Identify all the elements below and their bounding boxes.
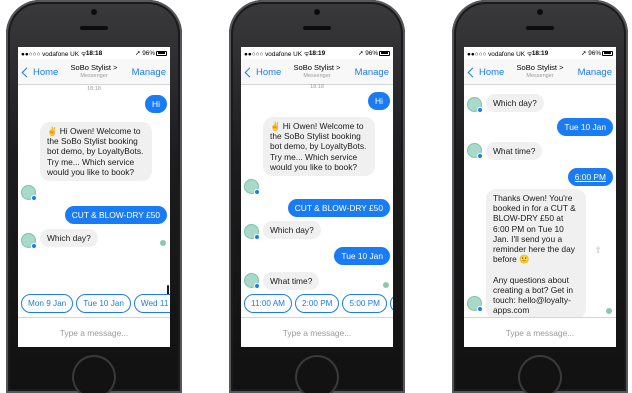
- message-bubble-bot: ✌️ Hi Owen! Welcome to the SoBo Stylist …: [40, 122, 152, 182]
- battery-label: ➚ 96%: [135, 50, 155, 57]
- page-title: SoBo Stylist >: [516, 63, 564, 72]
- nav-bar: Home SoBo Stylist > Messenger Manage: [241, 59, 393, 85]
- messenger-badge-icon: [254, 234, 260, 240]
- message-bubble-bot: Which day?: [263, 221, 321, 240]
- message-bubble-user: Hi: [368, 92, 390, 111]
- message-bubble-user: CUT & BLOW-DRY £50: [64, 206, 167, 225]
- messenger-badge-icon: [477, 306, 483, 312]
- read-receipt-icon: [383, 282, 389, 288]
- message-bubble-bot: Thanks Owen! You're booked in for a CUT …: [486, 189, 586, 320]
- quick-reply-button[interactable]: 5:00 PM: [342, 293, 387, 313]
- phone-frame-1: ●●○○○ vodafone UK ᯤ 18:18 ➚ 96% Home SoB…: [6, 0, 182, 393]
- message-input[interactable]: Type a message...: [464, 317, 616, 347]
- quick-reply-button[interactable]: Mon 9 Jan: [21, 293, 74, 313]
- battery-label: ➚ 96%: [358, 50, 378, 57]
- bot-avatar: [244, 179, 260, 195]
- status-bar: ●●○○○ vodafone UK ᯤ 18:19 ➚ 96%: [241, 47, 393, 59]
- home-button[interactable]: [518, 355, 562, 393]
- manage-button[interactable]: Manage: [578, 67, 612, 78]
- nav-bar: Home SoBo Stylist > Messenger Manage: [464, 59, 616, 85]
- quick-reply-button[interactable]: 11:00 AM: [244, 293, 292, 313]
- message-bubble-bot: What time?: [486, 142, 543, 161]
- phone-frame-2: ●●○○○ vodafone UK ᯤ 18:19 ➚ 96% Home SoB…: [229, 0, 405, 393]
- bot-avatar: [244, 273, 260, 289]
- message-bubble-bot: Which day?: [40, 229, 98, 248]
- battery-label: ➚ 96%: [581, 50, 601, 57]
- quick-reply-button[interactable]: Wed 11 Jan: [133, 293, 170, 313]
- message-bubble-user: 6:00 PM: [567, 168, 613, 187]
- quick-reply-button[interactable]: 6: [389, 293, 393, 313]
- manage-button[interactable]: Manage: [355, 67, 389, 78]
- carrier-label: ●●○○○ vodafone UK ᯤ: [467, 50, 533, 58]
- message-input[interactable]: Type a message...: [241, 317, 393, 347]
- message-bubble-user: Tue 10 Jan: [557, 118, 613, 137]
- manage-button[interactable]: Manage: [132, 67, 166, 78]
- front-camera: [91, 9, 97, 15]
- status-time: 18:19: [308, 49, 326, 57]
- messenger-badge-icon: [254, 189, 260, 195]
- home-button[interactable]: [295, 355, 339, 393]
- nav-bar: Home SoBo Stylist > Messenger Manage: [18, 59, 170, 85]
- message-bubble-user: Hi: [145, 95, 167, 114]
- status-time: 18:19: [531, 49, 549, 57]
- messenger-screen: ●●○○○ vodafone UK ᯤ 18:18 ➚ 96% Home SoB…: [18, 47, 170, 347]
- front-camera: [537, 9, 543, 15]
- read-receipt-icon: [160, 240, 166, 246]
- carrier-label: ●●○○○ vodafone UK ᯤ: [244, 50, 310, 58]
- earpiece-speaker: [303, 26, 331, 30]
- message-thread[interactable]: 18:18 Hi ✌️ Hi Owen! Welcome to the SoBo…: [241, 84, 393, 317]
- bot-avatar: [467, 296, 483, 312]
- phone-frame-3: ●●○○○ vodafone UK ᯤ 18:19 ➚ 96% Which da…: [452, 0, 628, 393]
- bot-avatar: [467, 97, 483, 113]
- messenger-badge-icon: [477, 107, 483, 113]
- quick-reply-button[interactable]: 2:00 PM: [294, 293, 340, 313]
- messenger-badge-icon: [31, 195, 37, 201]
- status-time: 18:18: [85, 49, 103, 57]
- message-bubble-bot: ✌️ Hi Owen! Welcome to the SoBo Stylist …: [263, 117, 375, 177]
- message-bubble-bot: What time?: [263, 272, 320, 291]
- message-bubble-user: Tue 10 Jan: [334, 247, 390, 266]
- quick-replies: Mon 9 Jan Tue 10 Jan Wed 11 Jan: [18, 289, 170, 317]
- bot-avatar: [21, 185, 37, 201]
- message-thread[interactable]: 18:18 Hi ✌️ Hi Owen! Welcome to the SoBo…: [18, 85, 170, 317]
- status-bar: ●●○○○ vodafone UK ᯤ 18:18 ➚ 96%: [18, 47, 170, 59]
- status-bar: ●●○○○ vodafone UK ᯤ 18:19 ➚ 96%: [464, 47, 616, 59]
- messenger-screen: ●●○○○ vodafone UK ᯤ 18:19 ➚ 96% Home SoB…: [241, 47, 393, 347]
- page-title: SoBo Stylist >: [293, 63, 341, 72]
- message-bubble-bot: Which day?: [486, 94, 544, 113]
- messenger-badge-icon: [477, 153, 483, 159]
- bot-avatar: [21, 233, 37, 249]
- messenger-screen: ●●○○○ vodafone UK ᯤ 18:19 ➚ 96% Which da…: [464, 47, 616, 347]
- carrier-label: ●●○○○ vodafone UK ᯤ: [21, 50, 87, 58]
- front-camera: [314, 9, 320, 15]
- quick-replies: 11:00 AM 2:00 PM 5:00 PM 6: [241, 289, 393, 317]
- battery-icon: [156, 50, 167, 56]
- bot-avatar: [467, 143, 483, 159]
- share-icon[interactable]: ⇧: [594, 245, 602, 255]
- message-timestamp: 18:18: [310, 84, 324, 90]
- message-input[interactable]: Type a message...: [18, 317, 170, 347]
- home-button[interactable]: [72, 355, 116, 393]
- messenger-badge-icon: [31, 243, 37, 249]
- earpiece-speaker: [80, 26, 108, 30]
- message-timestamp: 18:18: [87, 86, 101, 92]
- battery-icon: [602, 50, 613, 56]
- page-title: SoBo Stylist >: [70, 63, 118, 72]
- read-receipt-icon: [606, 308, 612, 314]
- quick-reply-button[interactable]: Tue 10 Jan: [76, 293, 131, 313]
- message-thread[interactable]: Which day? Tue 10 Jan What time? 6:00 PM…: [464, 85, 616, 320]
- earpiece-speaker: [526, 26, 554, 30]
- message-bubble-user: CUT & BLOW-DRY £50: [287, 199, 390, 218]
- bot-avatar: [244, 224, 260, 240]
- battery-icon: [379, 50, 390, 56]
